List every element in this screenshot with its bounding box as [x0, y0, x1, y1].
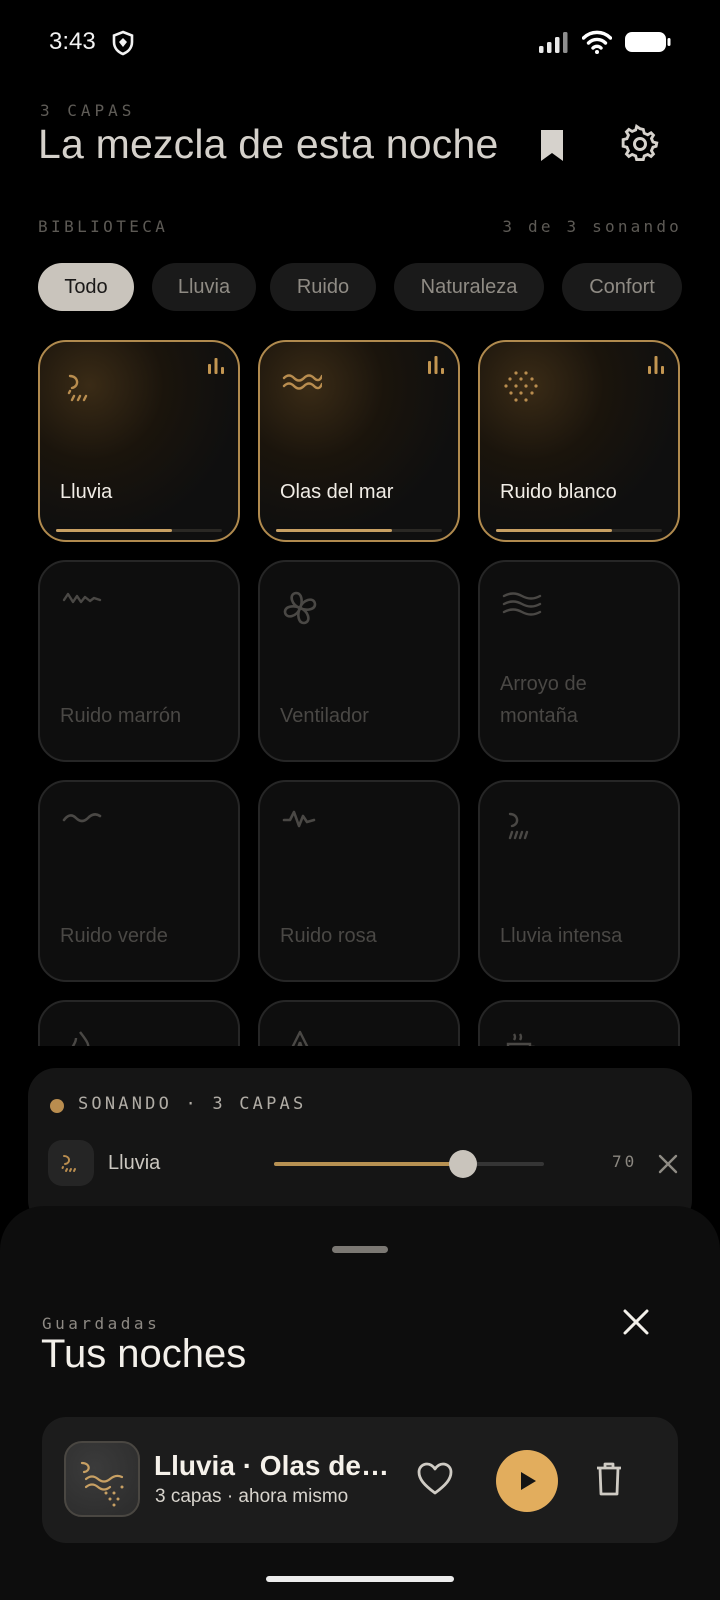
shield-icon — [112, 30, 134, 61]
volume-bar — [276, 529, 442, 532]
equalizer-icon — [428, 356, 444, 374]
sound-tile-ruido-verde[interactable]: Ruido verde — [38, 780, 240, 982]
sound-name: Ruido marrón — [60, 705, 182, 727]
sound-grid: Lluvia Olas del mar Ruido blanco Ruido m… — [0, 340, 720, 1046]
gear-icon — [621, 123, 659, 162]
filter-chip-confort[interactable]: Confort — [562, 263, 682, 311]
volume-slider[interactable] — [274, 1150, 544, 1178]
wifi-icon — [581, 30, 613, 59]
tent-icon — [291, 1030, 309, 1046]
rain-icon — [61, 1155, 76, 1172]
volume-bar — [56, 529, 222, 532]
heavy-rain-icon — [508, 812, 529, 840]
sound-name: Olas del mar — [280, 481, 394, 503]
pulse-icon — [282, 810, 316, 828]
mix-icon — [80, 1461, 124, 1507]
sound-tile-cafe[interactable] — [478, 1000, 680, 1046]
close-icon — [658, 1154, 678, 1174]
sound-name: Lluvia — [60, 481, 113, 503]
trash-icon — [597, 1462, 621, 1496]
sound-tile-olas-del-mar[interactable]: Olas del mar — [258, 340, 460, 542]
remove-track-button[interactable] — [656, 1152, 680, 1176]
sound-name: Ruido blanco — [500, 481, 617, 503]
battery-icon — [624, 30, 672, 59]
sound-tile-ruido-rosa[interactable]: Ruido rosa — [258, 780, 460, 982]
track-name: Lluvia — [108, 1152, 161, 1174]
coffee-icon — [506, 1033, 535, 1046]
filter-chips: Todo Lluvia Ruido Naturaleza Confort — [0, 263, 720, 311]
sound-tile-ruido-blanco[interactable]: Ruido blanco — [478, 340, 680, 542]
delete-button[interactable] — [594, 1461, 624, 1497]
volume-bar-fill — [496, 529, 613, 532]
sheet-title: Tus noches — [41, 1332, 247, 1376]
sound-tile-tienda[interactable] — [258, 1000, 460, 1046]
volume-value: 70 — [612, 1152, 638, 1171]
equalizer-icon — [208, 358, 224, 374]
waves-icon — [282, 374, 322, 390]
playing-count: 3 de 3 sonando — [502, 217, 682, 236]
track-icon — [48, 1140, 94, 1186]
filter-chip-lluvia[interactable]: Lluvia — [152, 263, 256, 311]
mix-thumbnail — [64, 1441, 140, 1517]
saved-mix-item[interactable]: Lluvia · Olas del mar · Ruido blanco 3 c… — [42, 1417, 678, 1543]
sound-name: Ventilador — [280, 705, 369, 727]
close-sheet-button[interactable] — [620, 1306, 652, 1338]
play-icon — [521, 1472, 536, 1490]
sound-tile-fuego[interactable] — [38, 1000, 240, 1046]
equalizer-icon — [648, 356, 664, 374]
rain-icon — [67, 374, 88, 402]
signal-icon — [538, 30, 570, 59]
status-time: 3:43 — [49, 28, 96, 55]
library-label: BIBLIOTECA — [38, 217, 169, 236]
fire-icon — [71, 1031, 90, 1046]
tilde-icon — [62, 813, 102, 823]
fan-icon — [283, 591, 317, 625]
close-icon — [623, 1309, 649, 1335]
sound-name: Arroyo de montaña — [500, 673, 587, 727]
sound-tile-arroyo-de-montana[interactable]: Arroyo de montaña — [478, 560, 680, 762]
playing-indicator-dot — [50, 1099, 64, 1113]
layer-count: 3 CAPAS — [40, 101, 136, 120]
filter-chip-naturaleza[interactable]: Naturaleza — [394, 263, 544, 311]
squiggle-icon — [62, 592, 102, 604]
sound-name: Ruido verde — [60, 925, 168, 947]
white-noise-icon — [504, 371, 538, 402]
mix-subtitle: 3 capas · ahora mismo — [155, 1486, 349, 1507]
status-indicators — [538, 30, 672, 59]
filter-chip-ruido[interactable]: Ruido — [270, 263, 376, 311]
volume-bar-fill — [56, 529, 173, 532]
play-button[interactable] — [496, 1450, 558, 1512]
stream-icon — [502, 592, 542, 616]
volume-bar — [496, 529, 662, 532]
sound-tile-ventilador[interactable]: Ventilador — [258, 560, 460, 762]
heart-icon — [417, 1462, 453, 1495]
page-title: La mezcla de esta noche — [38, 121, 499, 167]
drag-handle[interactable] — [332, 1246, 388, 1253]
now-playing-track: Lluvia 70 — [48, 1140, 678, 1188]
volume-bar-fill — [276, 529, 393, 532]
saved-mixes-sheet: Guardadas Tus noches Lluvia · Olas del m… — [0, 1206, 720, 1600]
sound-tile-ruido-marron[interactable]: Ruido marrón — [38, 560, 240, 762]
settings-button[interactable] — [620, 123, 660, 164]
favorite-button[interactable] — [416, 1461, 454, 1497]
bookmark-button[interactable] — [534, 126, 570, 166]
bookmark-icon — [541, 130, 563, 161]
sound-tile-lluvia-intensa[interactable]: Lluvia intensa — [478, 780, 680, 982]
now-playing-panel: SONANDO · 3 CAPAS Lluvia 70 — [28, 1068, 692, 1228]
sheet-label: Guardadas — [42, 1314, 161, 1333]
sound-tile-lluvia[interactable]: Lluvia — [38, 340, 240, 542]
filter-chip-todo[interactable]: Todo — [38, 263, 134, 311]
home-indicator[interactable] — [266, 1576, 454, 1582]
volume-slider-thumb[interactable] — [449, 1150, 477, 1178]
sound-name: Ruido rosa — [280, 925, 377, 947]
mix-title: Lluvia · Olas del mar · Ruido blanco — [154, 1450, 390, 1481]
status-bar: 3:43 — [0, 0, 720, 88]
sound-name: Lluvia intensa — [500, 925, 623, 947]
now-playing-label: SONANDO · 3 CAPAS — [78, 1094, 307, 1114]
volume-slider-fill — [274, 1162, 463, 1166]
